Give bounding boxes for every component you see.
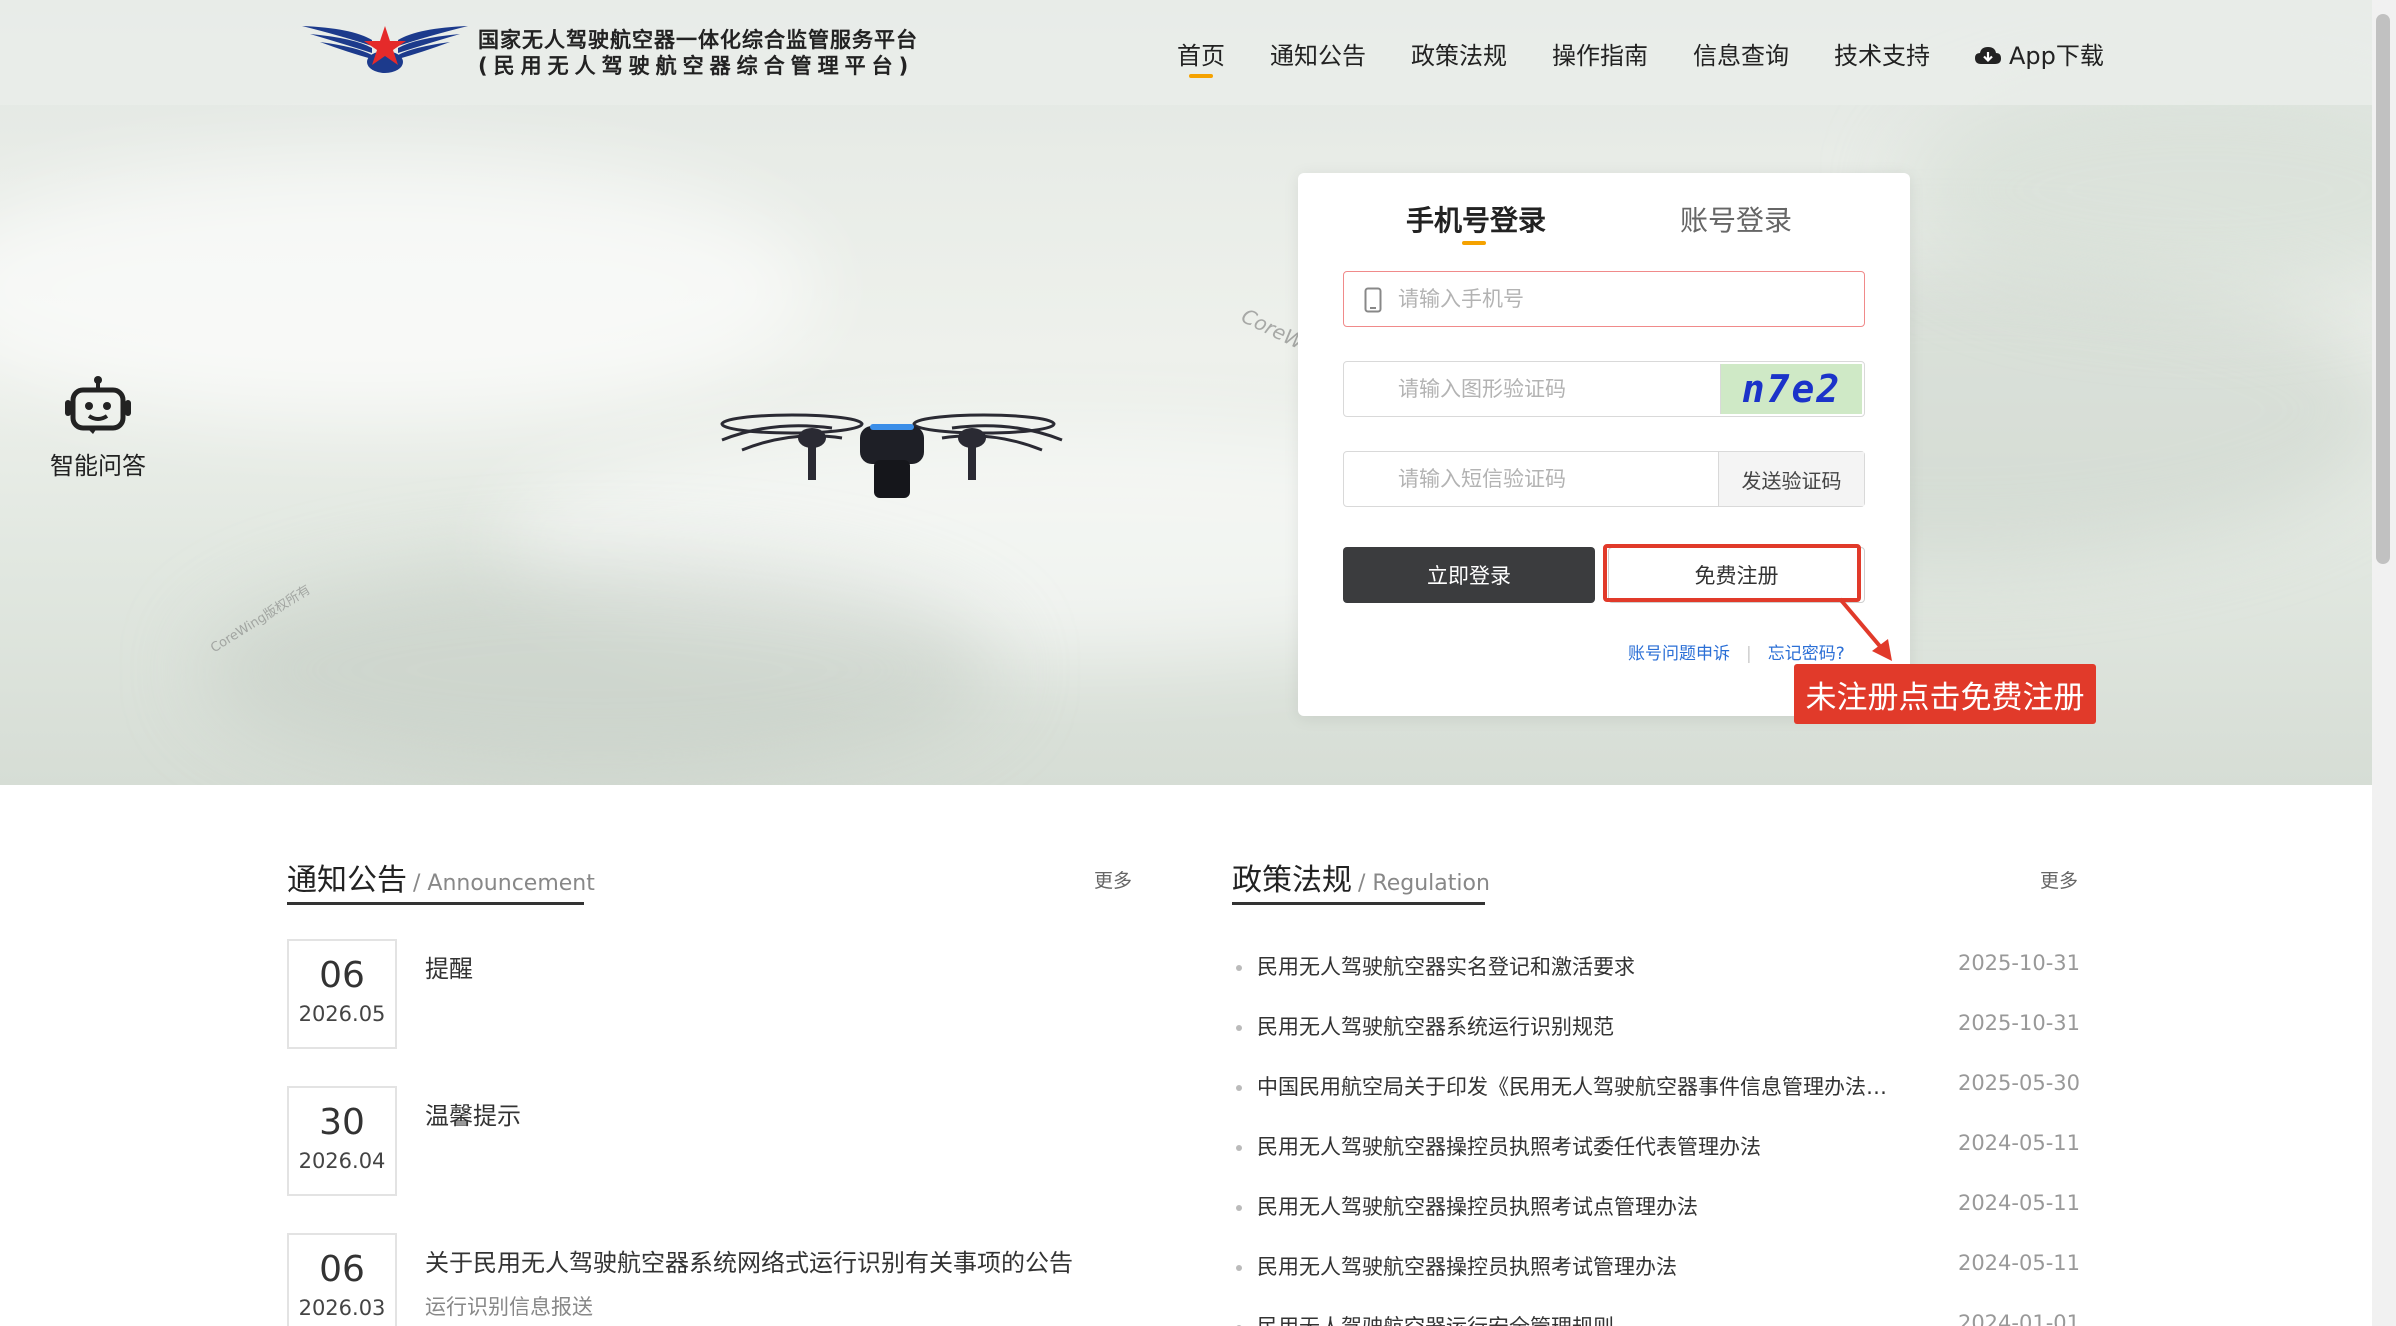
account-appeal-link[interactable]: 账号问题申诉	[1628, 644, 1730, 664]
tab-phone-login[interactable]: 手机号登录	[1406, 199, 1546, 239]
date-day: 30	[319, 1102, 365, 1143]
cloud-decoration	[200, 560, 1000, 780]
date-year-month: 2026.03	[298, 1296, 386, 1320]
regulation-title[interactable]: 民用无人驾驶航空器运行安全管理规则	[1257, 1311, 1897, 1326]
phone-input[interactable]	[1398, 272, 1698, 326]
announcements-more-link[interactable]: 更多	[1094, 866, 1132, 893]
nav-regulations[interactable]: 政策法规	[1411, 36, 1507, 71]
announcement-summary: 运行识别信息报送	[425, 1295, 593, 1319]
date-badge: 06 2026.03	[287, 1233, 397, 1326]
nav-tech-support[interactable]: 技术支持	[1834, 36, 1930, 71]
nav-app-download[interactable]: App下载	[1975, 36, 2104, 71]
cloud-download-icon	[1975, 47, 2001, 64]
section-underline	[287, 902, 584, 905]
table-row[interactable]: 民用无人驾驶航空器操控员执照考试管理办法 2024-05-11	[1236, 1251, 2080, 1291]
regulation-date: 2024-05-11	[1957, 1131, 2080, 1155]
regulation-date: 2024-05-11	[1957, 1191, 2080, 1215]
login-card: 手机号登录 账号登录 n7e2 发送验证码 立即登录 免费注册 账号问题申诉 | 忘…	[1298, 173, 1910, 716]
forgot-password-link[interactable]: 忘记密码?	[1768, 644, 1845, 664]
announcements-section-title: 通知公告 / Announcement	[287, 855, 595, 899]
date-badge: 30 2026.04	[287, 1086, 397, 1196]
nav-info-query[interactable]: 信息查询	[1693, 36, 1789, 71]
regulation-title[interactable]: 民用无人驾驶航空器操控员执照考试管理办法	[1257, 1251, 1897, 1281]
top-header: 国家无人驾驶航空器一体化综合监管服务平台 (民用无人驾驶航空器综合管理平台) 首…	[0, 0, 2372, 105]
announcements-title-en: / Announcement	[413, 871, 595, 896]
bullet-dot	[1236, 1145, 1242, 1151]
regulations-title: 政策法规	[1232, 863, 1352, 898]
bullet-dot	[1236, 965, 1242, 971]
table-row[interactable]: 民用无人驾驶航空器实名登记和激活要求 2025-10-31	[1236, 951, 2080, 991]
captcha-image[interactable]: n7e2	[1720, 364, 1862, 414]
main-nav: 首页 通知公告 政策法规 操作指南 信息查询 技术支持 App下载	[0, 36, 2372, 78]
nav-app-download-label: App下载	[2009, 42, 2104, 70]
register-button[interactable]: 免费注册	[1608, 547, 1865, 603]
regulation-title[interactable]: 民用无人驾驶航空器系统运行识别规范	[1257, 1011, 1897, 1041]
scrollbar[interactable]	[2372, 0, 2396, 1326]
table-row[interactable]: 民用无人驾驶航空器操控员执照考试点管理办法 2024-05-11	[1236, 1191, 2080, 1231]
smart-qa-widget[interactable]: 智能问答	[44, 376, 152, 481]
regulation-date: 2024-05-11	[1957, 1251, 2080, 1275]
link-separator: |	[1746, 644, 1752, 664]
regulation-title[interactable]: 民用无人驾驶航空器操控员执照考试点管理办法	[1257, 1191, 1897, 1221]
regulations-section-title: 政策法规 / Regulation	[1232, 855, 1490, 899]
regulation-date: 2024-01-01	[1957, 1311, 2080, 1326]
nav-announcements[interactable]: 通知公告	[1270, 36, 1366, 71]
regulation-title[interactable]: 民用无人驾驶航空器实名登记和激活要求	[1257, 951, 1897, 981]
announcements-title: 通知公告	[287, 863, 407, 898]
nav-guide[interactable]: 操作指南	[1552, 36, 1648, 71]
bullet-dot	[1236, 1025, 1242, 1031]
smart-qa-label: 智能问答	[50, 452, 146, 480]
table-row[interactable]: 中国民用航空局关于印发《民用无人驾驶航空器事件信息管理办法》的通知 2025-0…	[1236, 1071, 2080, 1111]
regulations-title-en: / Regulation	[1358, 871, 1490, 896]
tab-account-login[interactable]: 账号登录	[1680, 199, 1792, 239]
bullet-dot	[1236, 1085, 1242, 1091]
regulation-title[interactable]: 民用无人驾驶航空器操控员执照考试委任代表管理办法	[1257, 1131, 1897, 1161]
login-button[interactable]: 立即登录	[1343, 547, 1595, 603]
announcement-title[interactable]: 关于民用无人驾驶航空器系统网络式运行识别有关事项的公告	[425, 1243, 1073, 1278]
captcha-field: n7e2	[1343, 361, 1865, 417]
table-row[interactable]: 民用无人驾驶航空器运行安全管理规则 2024-01-01	[1236, 1311, 2080, 1326]
section-underline	[1232, 902, 1485, 905]
send-code-button[interactable]: 发送验证码	[1718, 452, 1864, 506]
date-day: 06	[319, 1249, 365, 1290]
announcement-title[interactable]: 提醒	[425, 949, 473, 984]
regulation-date: 2025-10-31	[1957, 951, 2080, 975]
table-row[interactable]: 民用无人驾驶航空器操控员执照考试委任代表管理办法 2024-05-11	[1236, 1131, 2080, 1171]
date-year-month: 2026.05	[298, 1002, 386, 1026]
phone-field	[1343, 271, 1865, 327]
regulation-title[interactable]: 中国民用航空局关于印发《民用无人驾驶航空器事件信息管理办法》的通知	[1257, 1071, 1897, 1101]
active-tab-indicator	[1462, 241, 1486, 245]
sms-code-input[interactable]	[1398, 452, 1698, 506]
nav-home[interactable]: 首页	[1177, 36, 1225, 78]
login-links: 账号问题申诉 | 忘记密码?	[1628, 639, 1845, 664]
sms-code-field: 发送验证码	[1343, 451, 1865, 507]
bullet-dot	[1236, 1265, 1242, 1271]
announcement-title[interactable]: 温馨提示	[425, 1096, 521, 1131]
captcha-input[interactable]	[1398, 362, 1698, 416]
regulation-date: 2025-05-30	[1957, 1071, 2080, 1095]
date-day: 06	[319, 955, 365, 996]
scrollbar-thumb[interactable]	[2376, 14, 2390, 564]
date-year-month: 2026.04	[298, 1149, 386, 1173]
bullet-dot	[1236, 1205, 1242, 1211]
mobile-phone-icon	[1364, 287, 1382, 313]
regulations-more-link[interactable]: 更多	[2040, 866, 2078, 893]
drone-image	[720, 413, 1063, 498]
regulation-date: 2025-10-31	[1957, 1011, 2080, 1035]
robot-icon	[65, 376, 131, 434]
annotation-callout: 未注册点击免费注册	[1794, 664, 2096, 724]
date-badge: 06 2026.05	[287, 939, 397, 1049]
table-row[interactable]: 民用无人驾驶航空器系统运行识别规范 2025-10-31	[1236, 1011, 2080, 1051]
